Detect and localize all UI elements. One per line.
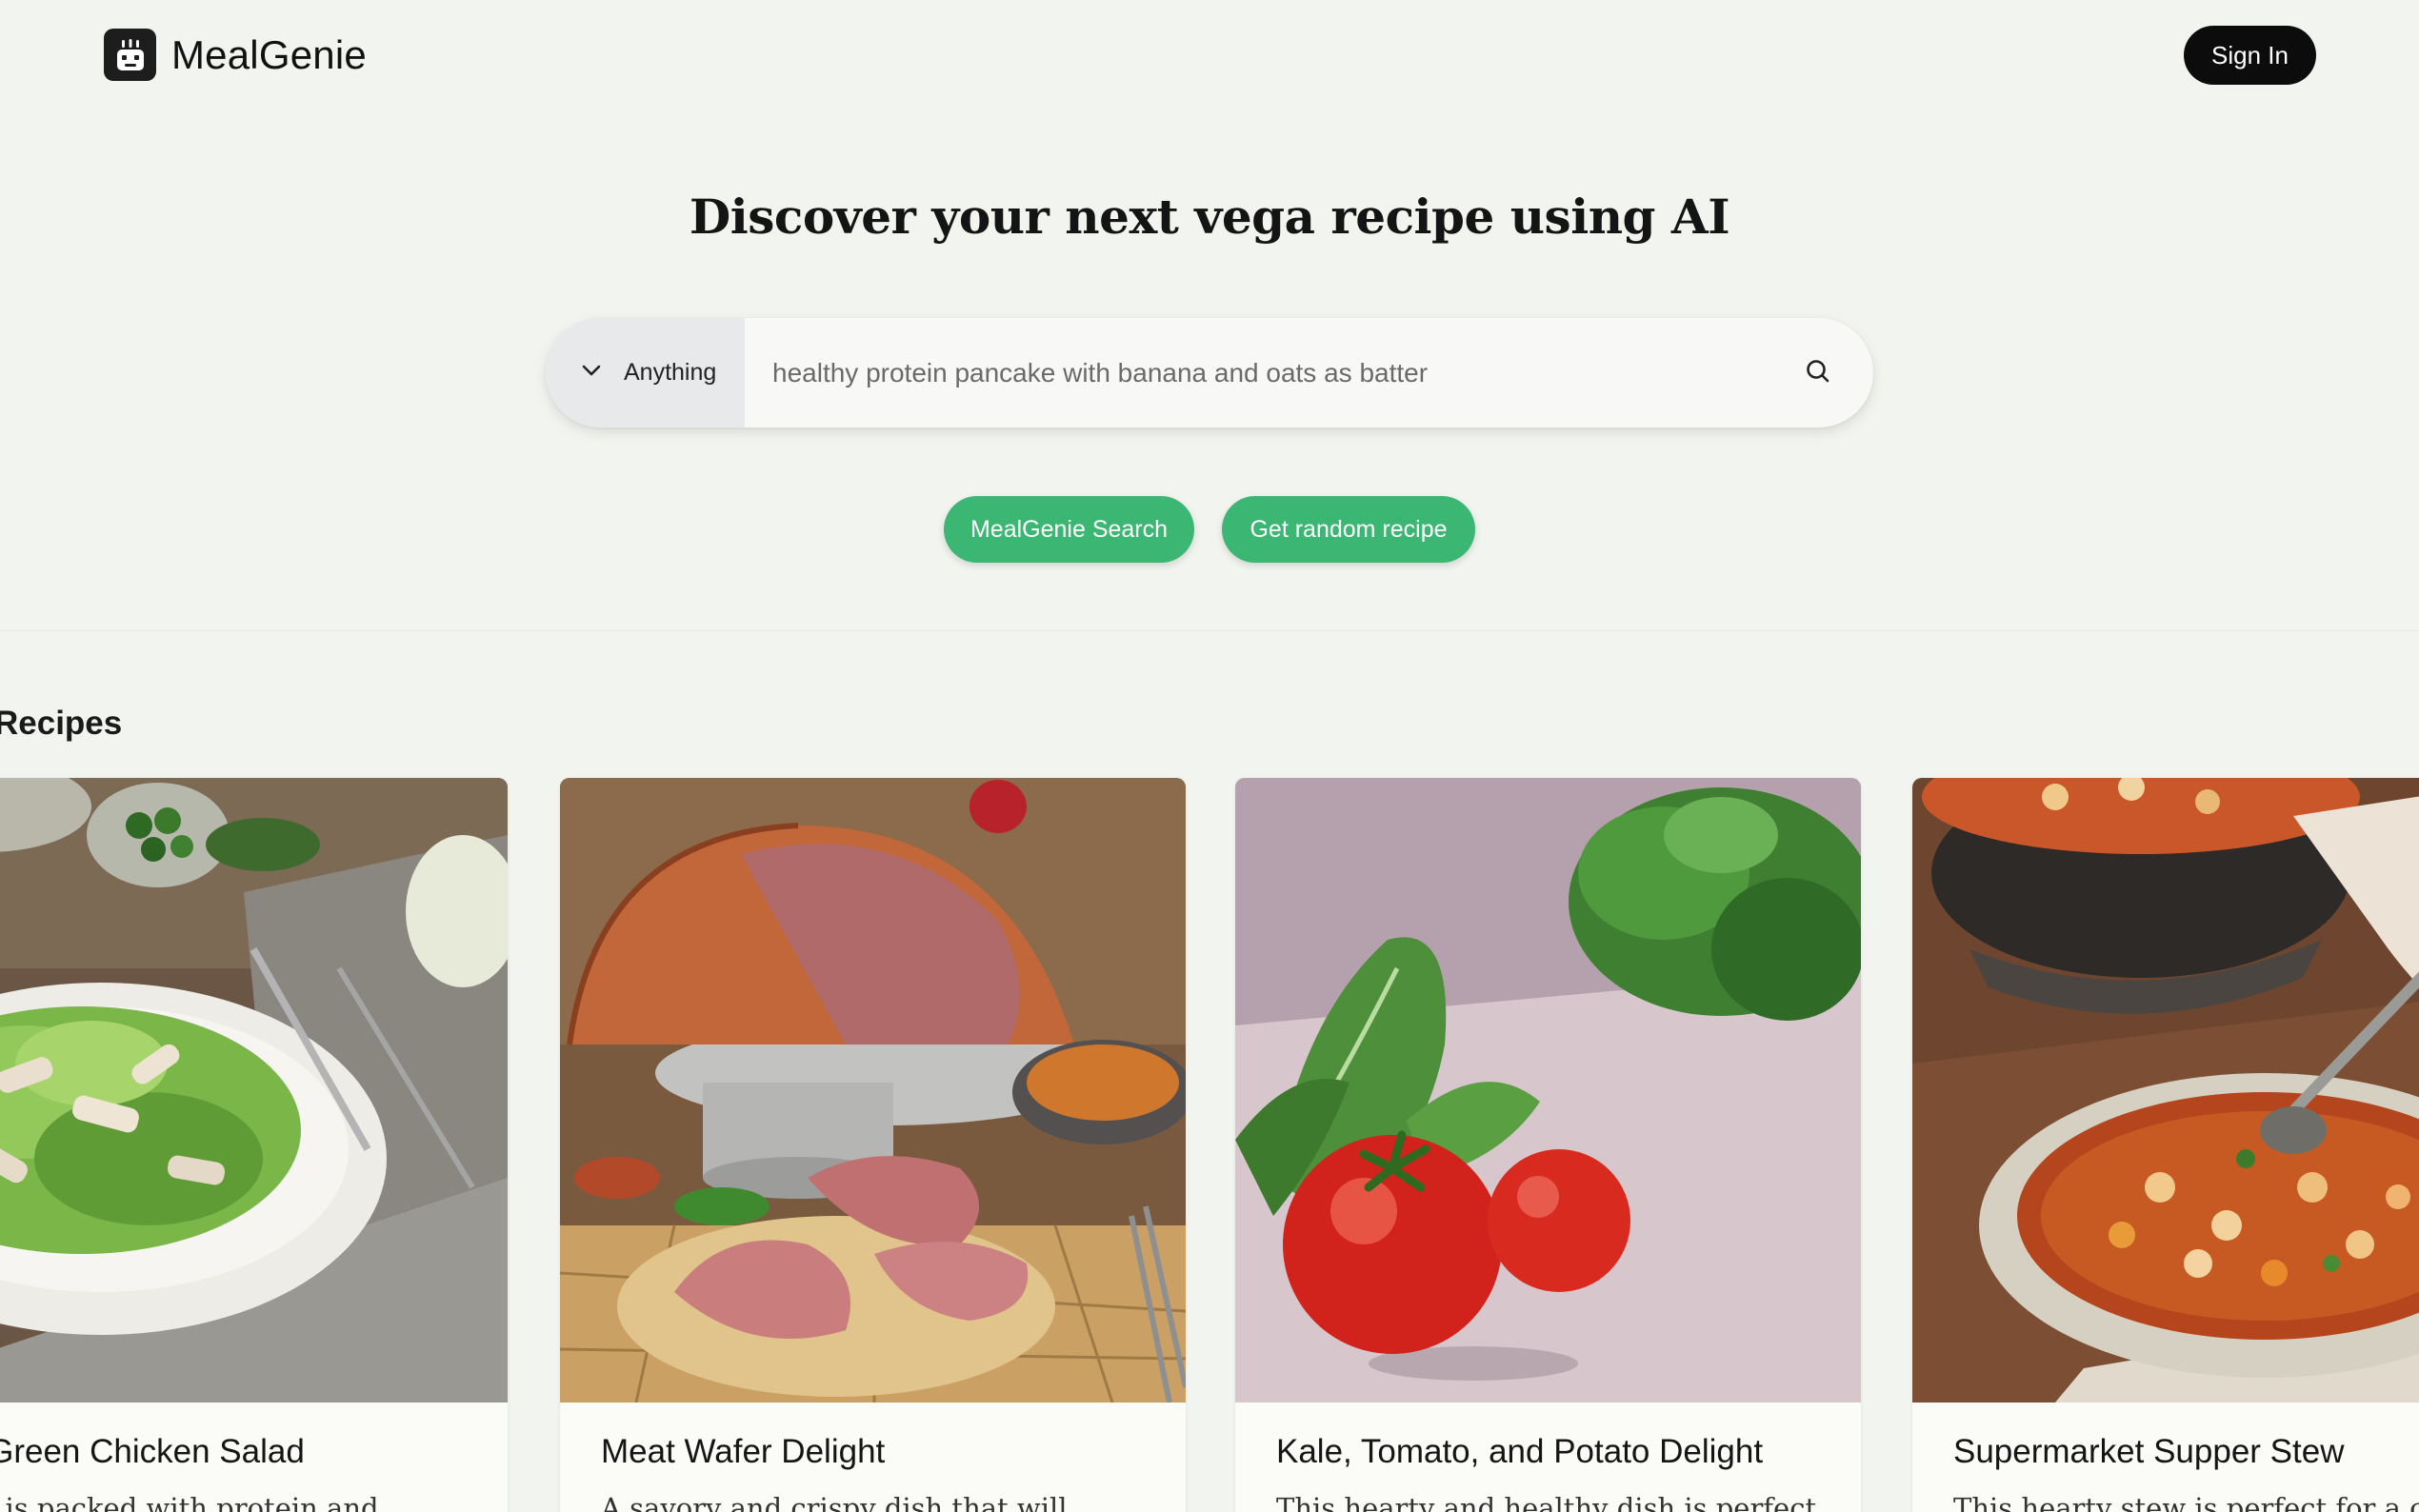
recipe-card[interactable]: Supermarket Supper Stew This hearty stew… bbox=[1912, 778, 2419, 1512]
page: MealGenie Sign In Discover your next veg… bbox=[0, 0, 2419, 1512]
recipe-description: This hearty and healthy dish is perfect bbox=[1276, 1492, 1817, 1512]
section-title: Recipes bbox=[0, 705, 123, 742]
recipe-description: This hearty stew is perfect for a co bbox=[1953, 1492, 2419, 1512]
mealgenie-search-button[interactable]: MealGenie Search bbox=[944, 496, 1194, 563]
recipe-image bbox=[1235, 778, 1861, 1403]
chevron-down-icon bbox=[580, 359, 603, 387]
recipe-image bbox=[0, 778, 508, 1403]
recipe-image bbox=[560, 778, 1186, 1403]
recipe-description: A savory and crispy dish that will bbox=[601, 1492, 1068, 1512]
hero-title-keyword: vega bbox=[1194, 189, 1315, 245]
recipe-title: and Green Chicken Salad bbox=[0, 1433, 305, 1470]
diet-filter-dropdown[interactable]: Anything bbox=[546, 318, 745, 428]
recipe-description: salad is packed with protein and bbox=[0, 1492, 379, 1512]
filter-label: Anything bbox=[624, 359, 717, 386]
recipe-image bbox=[1912, 778, 2419, 1403]
divider bbox=[0, 630, 2419, 631]
logo-text: MealGenie bbox=[171, 31, 367, 77]
search-icon bbox=[1804, 357, 1832, 388]
recipe-card[interactable]: Meat Wafer Delight A savory and crispy d… bbox=[560, 778, 1186, 1512]
recipe-card[interactable]: Kale, Tomato, and Potato Delight This he… bbox=[1235, 778, 1861, 1512]
recipe-title: Meat Wafer Delight bbox=[601, 1433, 886, 1470]
recipe-card[interactable]: and Green Chicken Salad salad is packed … bbox=[0, 778, 508, 1512]
recipe-title: Supermarket Supper Stew bbox=[1953, 1433, 2345, 1470]
search-submit-button[interactable] bbox=[1763, 318, 1873, 428]
sign-in-button[interactable]: Sign In bbox=[2184, 26, 2316, 85]
random-recipe-button[interactable]: Get random recipe bbox=[1222, 496, 1475, 563]
search-bar: Anything bbox=[546, 318, 1873, 428]
recipe-title: Kale, Tomato, and Potato Delight bbox=[1276, 1433, 1764, 1470]
hero-title-suffix: recipe using AI bbox=[1314, 189, 1730, 245]
search-input[interactable] bbox=[745, 318, 1763, 428]
hero-title-prefix: Discover your next bbox=[689, 189, 1195, 245]
logo[interactable]: MealGenie bbox=[104, 29, 367, 81]
hero-title: Discover your next vega recipe using AI bbox=[0, 189, 2419, 245]
robot-chef-icon bbox=[104, 29, 156, 81]
